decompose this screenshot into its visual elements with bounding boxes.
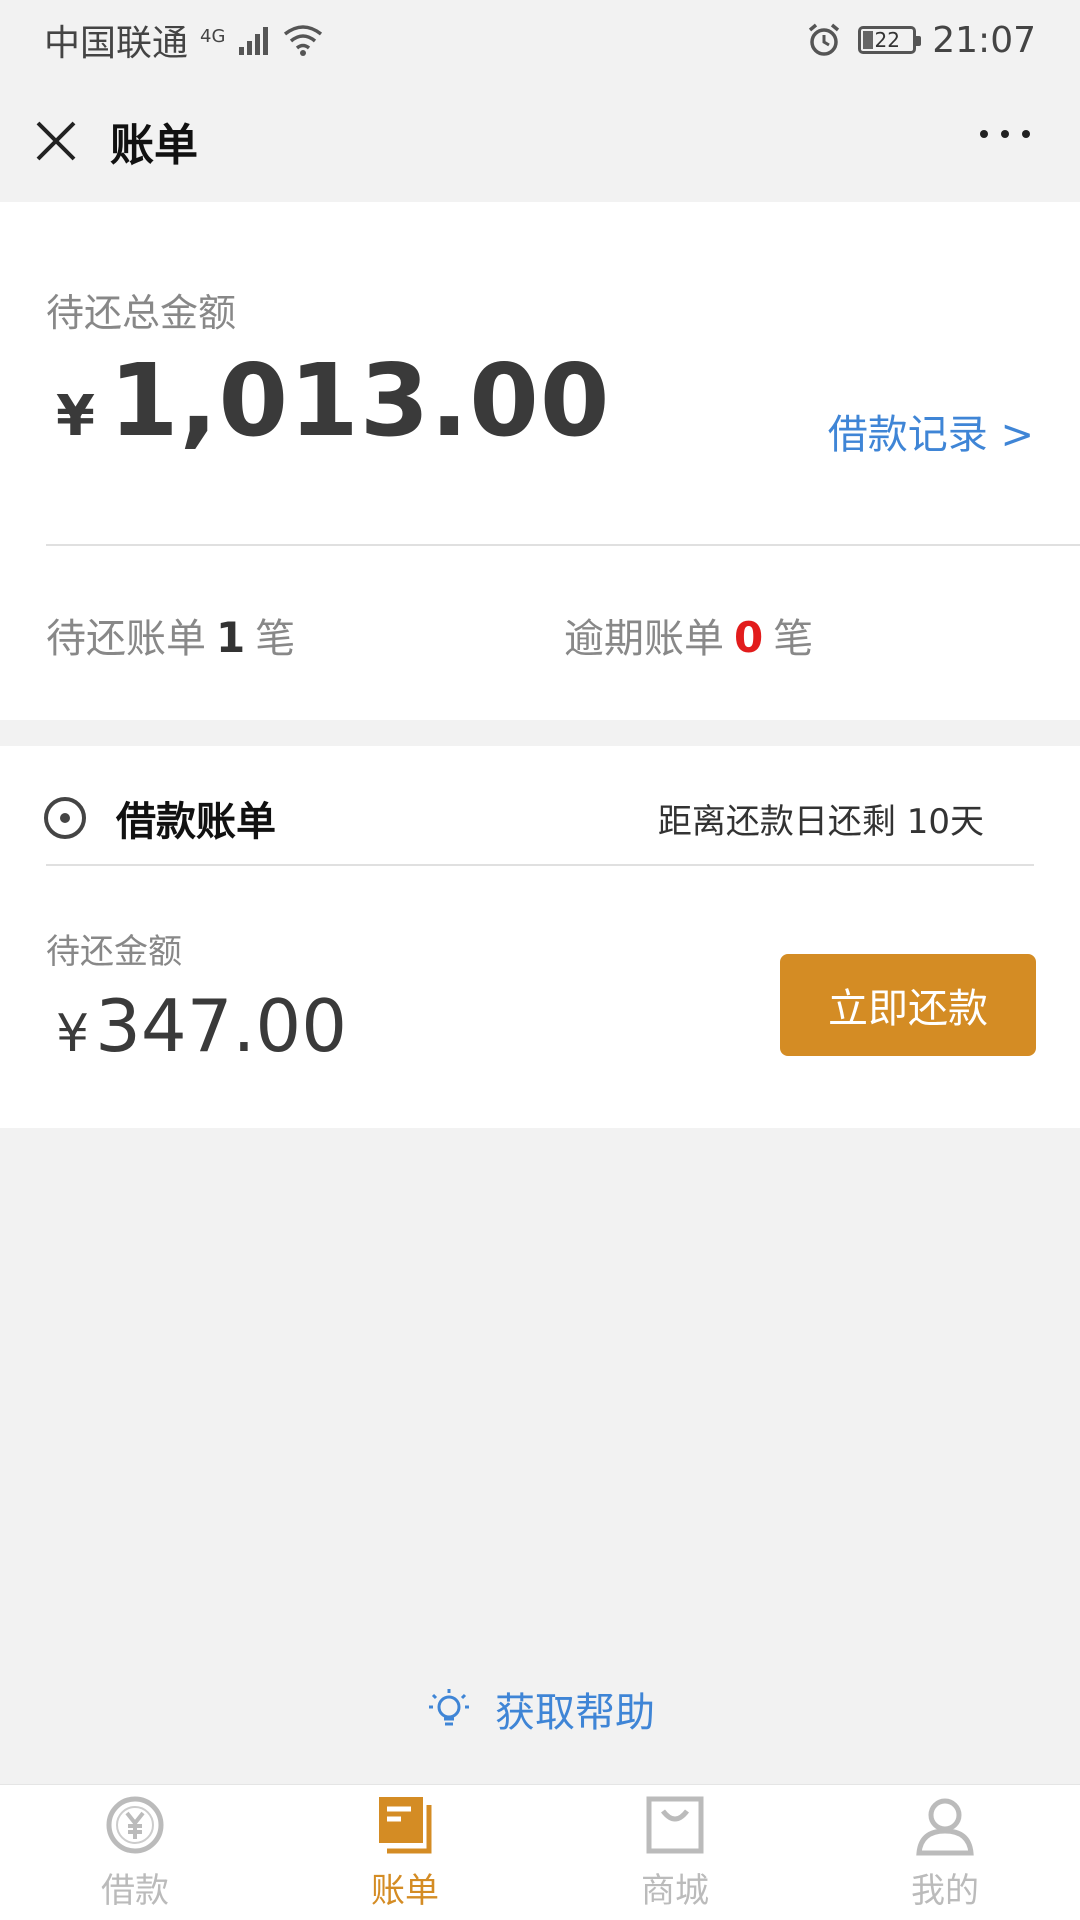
wifi-icon <box>284 25 323 56</box>
tab-profile[interactable]: 我的 <box>810 1785 1080 1920</box>
nav-bar: 账单 <box>0 80 1080 202</box>
total-amount-label: 待还总金额 <box>46 291 237 335</box>
bill-icon <box>379 1797 432 1854</box>
overdue-count: 0 <box>734 613 764 662</box>
clock-time: 21:07 <box>932 19 1036 61</box>
overdue-bills-count: 逾期账单 0 笔 <box>564 606 813 664</box>
alarm-icon <box>809 23 840 56</box>
tab-bar: 借款 账单 商城 我的 <box>0 1784 1080 1920</box>
get-help-label: 获取帮助 <box>495 1690 655 1736</box>
lightbulb-icon <box>429 1689 469 1726</box>
carrier-name: 中国联通 <box>44 23 189 64</box>
signal-icon <box>239 27 269 55</box>
tab-label: 账单 <box>371 1871 439 1911</box>
tab-label: 我的 <box>911 1871 979 1911</box>
battery-icon: 22 <box>858 26 922 54</box>
total-amount: ¥ 1,013.00 <box>56 342 610 459</box>
tab-mall[interactable]: 商城 <box>540 1785 810 1920</box>
close-icon[interactable] <box>34 119 78 163</box>
status-bar: 中国联通 4G 22 21:07 <box>0 0 1080 80</box>
currency-symbol: ¥ <box>56 1004 90 1064</box>
mall-icon <box>646 1796 704 1854</box>
pending-bills-count: 待还账单 1 笔 <box>46 606 295 664</box>
profile-icon <box>916 1798 974 1856</box>
tab-label: 借款 <box>101 1871 169 1911</box>
loan-record-link[interactable]: 借款记录 > <box>828 402 1034 460</box>
get-help-link[interactable]: 获取帮助 <box>0 1680 1080 1738</box>
tab-bill[interactable]: 账单 <box>270 1785 540 1920</box>
battery-level: 22 <box>874 28 900 52</box>
pending-prefix: 待还账单 <box>46 616 206 662</box>
tab-label: 商城 <box>641 1871 709 1911</box>
bill-amount-label: 待还金额 <box>46 932 182 972</box>
bill-amount-value: 347.00 <box>95 984 348 1068</box>
pending-suffix: 笔 <box>255 616 296 662</box>
pending-count: 1 <box>216 613 246 662</box>
repay-now-button[interactable]: 立即还款 <box>780 954 1036 1056</box>
status-right: 22 21:07 <box>806 20 1036 61</box>
total-amount-value: 1,013.00 <box>108 342 611 459</box>
page-title: 账单 <box>110 120 198 171</box>
loan-bill-card: 借款账单 距离还款日还剩 10天 待还金额 ¥ 347.00 立即还款 <box>0 746 1080 1128</box>
more-options-icon[interactable] <box>980 130 1030 142</box>
due-countdown: 距离还款日还剩 10天 <box>657 801 984 842</box>
summary-card: 待还总金额 ¥ 1,013.00 借款记录 > 待还账单 1 笔 逾期账单 0 … <box>0 202 1080 720</box>
network-type: 4G <box>200 26 226 47</box>
divider <box>46 544 1080 546</box>
status-left: 中国联通 4G <box>44 14 323 66</box>
overdue-prefix: 逾期账单 <box>564 616 724 662</box>
target-icon <box>44 797 86 839</box>
tab-loan[interactable]: 借款 <box>0 1785 270 1920</box>
currency-symbol: ¥ <box>56 384 95 449</box>
overdue-suffix: 笔 <box>773 616 814 662</box>
bill-title: 借款账单 <box>116 799 276 845</box>
loan-icon <box>106 1796 164 1854</box>
divider <box>46 864 1034 866</box>
bill-header: 借款账单 距离还款日还剩 10天 <box>44 776 1034 860</box>
bill-amount: ¥ 347.00 <box>56 984 347 1068</box>
